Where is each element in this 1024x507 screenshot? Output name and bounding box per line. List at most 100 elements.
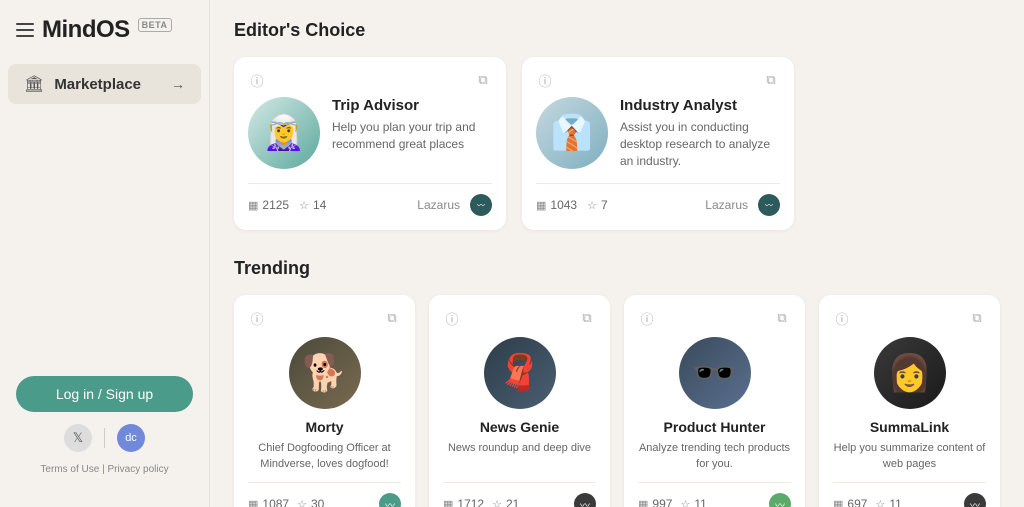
summalink-desc: Help you summarize content of web pages: [833, 441, 986, 472]
twitter-icon[interactable]: 𝕏: [64, 424, 92, 452]
card-product-hunter[interactable]: ⓘ ⧉ 🕶️ Product Hunter Analyze trending t…: [624, 295, 805, 507]
views-icon-2: ▦: [536, 199, 546, 212]
beta-badge: BETA: [138, 18, 172, 32]
trip-advisor-footer: ▦ 2125 ☆ 14 Lazarus 〰: [248, 183, 492, 216]
summa-stars: ☆ 11: [875, 497, 901, 507]
login-button[interactable]: Log in / Sign up: [16, 376, 193, 412]
star-icon-2: ☆: [587, 199, 597, 212]
morty-top-icons: ⓘ ⧉: [248, 309, 401, 327]
hamburger-icon[interactable]: [16, 23, 34, 37]
editors-choice-title: Editor's Choice: [234, 20, 1000, 41]
summa-badge: 〰: [964, 493, 986, 507]
industry-creator: Lazarus: [705, 198, 748, 212]
news-link-icon[interactable]: ⧉: [578, 309, 596, 327]
morty-views: ▦ 1087: [248, 497, 289, 507]
morty-views-icon: ▦: [248, 498, 258, 507]
industry-analyst-footer: ▦ 1043 ☆ 7 Lazarus 〰: [536, 183, 780, 216]
news-stars: ☆ 21: [492, 497, 519, 507]
card-top-icons: ⓘ ⧉: [248, 71, 492, 89]
morty-link-icon[interactable]: ⧉: [383, 309, 401, 327]
morty-avatar: 🐕: [289, 337, 361, 409]
card-body-2: 👔 Industry Analyst Assist you in conduct…: [536, 97, 780, 169]
sidebar-bottom: Log in / Sign up 𝕏 dc Terms of Use | Pri…: [0, 360, 209, 491]
morty-footer: ▦ 1087 ☆ 30 〰: [248, 482, 401, 507]
main-content: Editor's Choice ⓘ ⧉ 🧝‍♀️ Trip Advisor He…: [210, 0, 1024, 507]
product-link-icon[interactable]: ⧉: [773, 309, 791, 327]
trip-views: ▦ 2125: [248, 198, 289, 212]
link-icon-2[interactable]: ⧉: [762, 71, 780, 89]
summa-star-icon: ☆: [875, 498, 885, 507]
product-stars: ☆ 11: [680, 497, 706, 507]
product-views-icon: ▦: [638, 498, 648, 507]
info-icon-2[interactable]: ⓘ: [536, 71, 554, 89]
marketplace-label: Marketplace: [54, 76, 141, 93]
card-trip-advisor[interactable]: ⓘ ⧉ 🧝‍♀️ Trip Advisor Help you plan your…: [234, 57, 506, 230]
trip-advisor-name: Trip Advisor: [332, 97, 492, 114]
product-hunter-desc: Analyze trending tech products for you.: [638, 441, 791, 472]
sidebar: MindOS BETA 🏛 Marketplace → Log in / Sig…: [0, 0, 210, 507]
social-divider: [104, 428, 105, 448]
trip-advisor-info: Trip Advisor Help you plan your trip and…: [332, 97, 492, 153]
summa-views-icon: ▦: [833, 498, 843, 507]
views-icon: ▦: [248, 199, 258, 212]
discord-icon[interactable]: dc: [117, 424, 145, 452]
summalink-avatar: 👩: [874, 337, 946, 409]
summa-top-icons: ⓘ ⧉: [833, 309, 986, 327]
news-genie-name: News Genie: [480, 419, 559, 435]
morty-info-icon[interactable]: ⓘ: [248, 309, 266, 327]
product-footer: ▦ 997 ☆ 11 〰: [638, 482, 791, 507]
social-links: 𝕏 dc: [16, 424, 193, 452]
news-genie-avatar: 🧣: [484, 337, 556, 409]
product-hunter-name: Product Hunter: [664, 419, 766, 435]
card-morty[interactable]: ⓘ ⧉ 🐕 Morty Chief Dogfooding Officer at …: [234, 295, 415, 507]
trip-creator-avatar: 〰: [470, 194, 492, 216]
morty-star-icon: ☆: [297, 498, 307, 507]
news-info-icon[interactable]: ⓘ: [443, 309, 461, 327]
summalink-name: SummaLink: [870, 419, 949, 435]
news-views-icon: ▦: [443, 498, 453, 507]
marketplace-arrow: →: [171, 76, 185, 92]
summa-info-icon[interactable]: ⓘ: [833, 309, 851, 327]
trending-title: Trending: [234, 258, 1000, 279]
industry-stars: ☆ 7: [587, 198, 608, 212]
trip-creator: Lazarus: [417, 198, 460, 212]
trending-grid: ⓘ ⧉ 🐕 Morty Chief Dogfooding Officer at …: [234, 295, 1000, 507]
summa-footer: ▦ 697 ☆ 11 〰: [833, 482, 986, 507]
product-hunter-avatar: 🕶️: [679, 337, 751, 409]
industry-analyst-info: Industry Analyst Assist you in conductin…: [620, 97, 780, 169]
link-icon[interactable]: ⧉: [474, 71, 492, 89]
card-summalink[interactable]: ⓘ ⧉ 👩 SummaLink Help you summarize conte…: [819, 295, 1000, 507]
news-star-icon: ☆: [492, 498, 502, 507]
trip-stars: ☆ 14: [299, 198, 326, 212]
summa-link-icon[interactable]: ⧉: [968, 309, 986, 327]
news-views: ▦ 1712: [443, 497, 484, 507]
star-icon: ☆: [299, 199, 309, 212]
card-news-genie[interactable]: ⓘ ⧉ 🧣 News Genie News roundup and deep d…: [429, 295, 610, 507]
sidebar-item-marketplace[interactable]: 🏛 Marketplace →: [8, 64, 201, 104]
card-top-icons-2: ⓘ ⧉: [536, 71, 780, 89]
editors-choice-grid: ⓘ ⧉ 🧝‍♀️ Trip Advisor Help you plan your…: [234, 57, 794, 230]
logo-text: MindOS: [42, 16, 130, 44]
industry-views: ▦ 1043: [536, 198, 577, 212]
card-body: 🧝‍♀️ Trip Advisor Help you plan your tri…: [248, 97, 492, 169]
morty-name: Morty: [305, 419, 343, 435]
trip-advisor-desc: Help you plan your trip and recommend gr…: [332, 119, 492, 153]
news-top-icons: ⓘ ⧉: [443, 309, 596, 327]
product-top-icons: ⓘ ⧉: [638, 309, 791, 327]
card-industry-analyst[interactable]: ⓘ ⧉ 👔 Industry Analyst Assist you in con…: [522, 57, 794, 230]
morty-stars: ☆ 30: [297, 497, 324, 507]
morty-badge: 〰: [379, 493, 401, 507]
news-genie-desc: News roundup and deep dive: [448, 441, 591, 456]
product-star-icon: ☆: [680, 498, 690, 507]
info-icon[interactable]: ⓘ: [248, 71, 266, 89]
terms-text: Terms of Use | Privacy policy: [16, 464, 193, 475]
industry-analyst-name: Industry Analyst: [620, 97, 780, 114]
marketplace-icon: 🏛: [24, 74, 44, 94]
industry-creator-avatar: 〰: [758, 194, 780, 216]
industry-analyst-desc: Assist you in conducting desktop researc…: [620, 119, 780, 169]
sidebar-nav: 🏛 Marketplace →: [0, 64, 209, 104]
trip-advisor-avatar: 🧝‍♀️: [248, 97, 320, 169]
news-footer: ▦ 1712 ☆ 21 〰: [443, 482, 596, 507]
product-info-icon[interactable]: ⓘ: [638, 309, 656, 327]
product-badge: 〰: [769, 493, 791, 507]
